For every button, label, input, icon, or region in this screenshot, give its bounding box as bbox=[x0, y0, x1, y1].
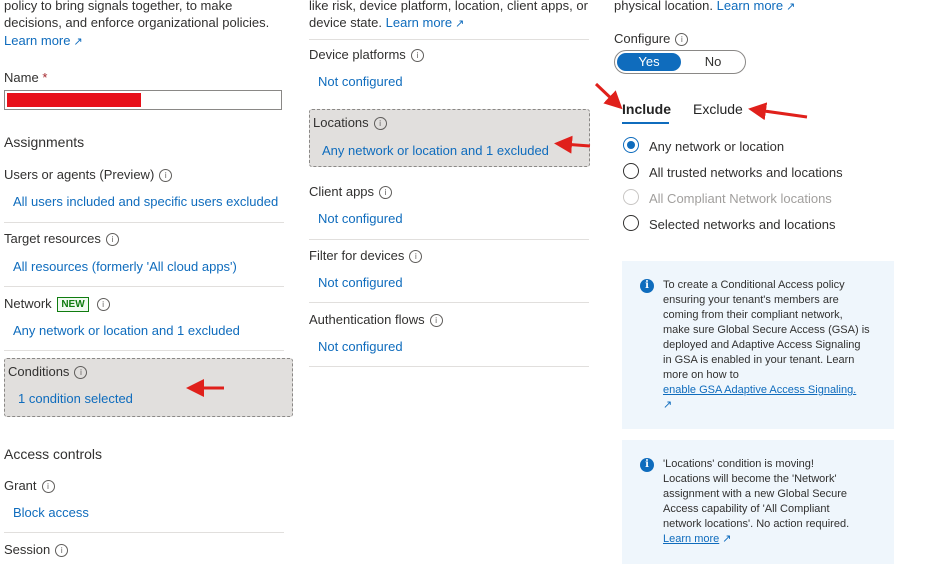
arrow-include-tab bbox=[594, 82, 623, 110]
annotation-arrows bbox=[186, 82, 808, 397]
arrow-locations bbox=[554, 135, 591, 154]
arrow-exclude-tab bbox=[748, 102, 808, 121]
